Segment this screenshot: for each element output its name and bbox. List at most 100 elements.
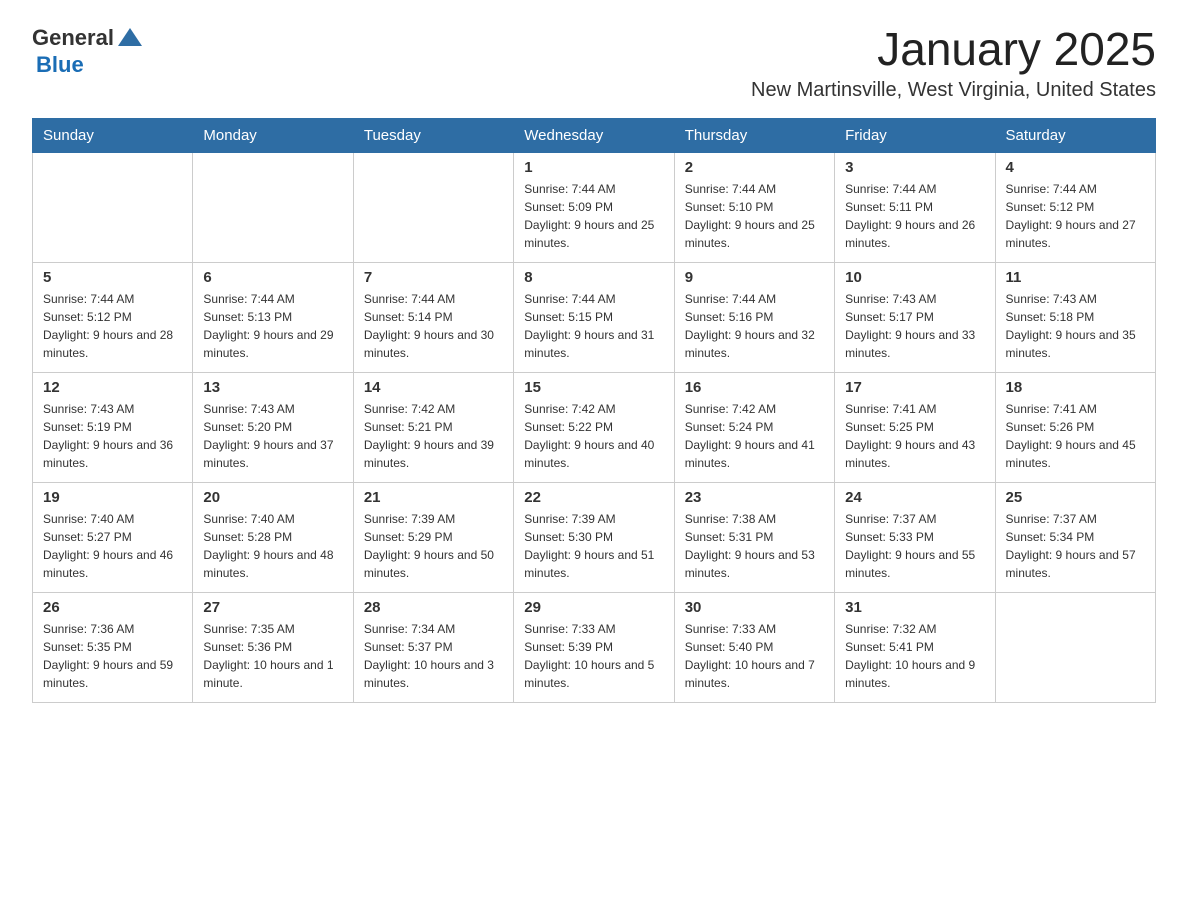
day-number: 30	[685, 599, 824, 616]
day-info: Sunrise: 7:43 AMSunset: 5:17 PMDaylight:…	[845, 290, 984, 362]
calendar-day-cell: 9Sunrise: 7:44 AMSunset: 5:16 PMDaylight…	[674, 262, 834, 372]
day-info: Sunrise: 7:43 AMSunset: 5:20 PMDaylight:…	[203, 400, 342, 472]
calendar-day-cell	[353, 152, 513, 262]
day-info: Sunrise: 7:34 AMSunset: 5:37 PMDaylight:…	[364, 620, 503, 692]
calendar-day-cell: 14 Sunrise: 7:42 AMSunset: 5:21 PMDayligh…	[353, 372, 513, 482]
calendar-day-cell	[995, 592, 1155, 702]
day-of-week-header: Saturday	[995, 118, 1155, 152]
day-number: 29	[524, 599, 663, 616]
day-number: 3	[845, 159, 984, 176]
day-info: Sunrise: 7:44 AMSunset: 5:15 PMDaylight:…	[524, 290, 663, 362]
day-info: Sunrise: 7:39 AMSunset: 5:30 PMDaylight:…	[524, 510, 663, 582]
logo: General Blue	[32, 24, 144, 78]
day-info: Sunrise: 7:43 AMSunset: 5:18 PMDaylight:…	[1006, 290, 1145, 362]
day-number: 6	[203, 269, 342, 286]
logo-general-text: General	[32, 25, 114, 51]
day-info: Sunrise: 7:44 AMSunset: 5:12 PMDaylight:…	[1006, 180, 1145, 252]
calendar-day-cell: 19 Sunrise: 7:40 AMSunset: 5:27 PMDayligh…	[33, 482, 193, 592]
calendar-day-cell: 18 Sunrise: 7:41 AMSunset: 5:26 PMDayligh…	[995, 372, 1155, 482]
day-info: Sunrise: 7:42 AMSunset: 5:22 PMDaylight:…	[524, 400, 663, 472]
location-subtitle: New Martinsville, West Virginia, United …	[751, 79, 1156, 102]
day-info: Sunrise: 7:44 AMSunset: 5:09 PMDaylight:…	[524, 180, 663, 252]
calendar-day-cell: 6 Sunrise: 7:44 AMSunset: 5:13 PMDaylight…	[193, 262, 353, 372]
day-number: 28	[364, 599, 503, 616]
day-info: Sunrise: 7:44 AMSunset: 5:14 PMDaylight:…	[364, 290, 503, 362]
logo-icon	[116, 24, 144, 52]
calendar-table: SundayMondayTuesdayWednesdayThursdayFrid…	[32, 118, 1156, 703]
calendar-day-cell: 12 Sunrise: 7:43 AMSunset: 5:19 PMDayligh…	[33, 372, 193, 482]
calendar-day-cell: 2Sunrise: 7:44 AMSunset: 5:10 PMDaylight…	[674, 152, 834, 262]
calendar-day-cell: 4 Sunrise: 7:44 AMSunset: 5:12 PMDaylight…	[995, 152, 1155, 262]
day-number: 1	[524, 159, 663, 176]
calendar-day-cell: 16 Sunrise: 7:42 AMSunset: 5:24 PMDayligh…	[674, 372, 834, 482]
calendar-day-cell: 3Sunrise: 7:44 AMSunset: 5:11 PMDaylight…	[835, 152, 995, 262]
calendar-day-cell: 15 Sunrise: 7:42 AMSunset: 5:22 PMDayligh…	[514, 372, 674, 482]
day-number: 22	[524, 489, 663, 506]
calendar-day-cell: 28 Sunrise: 7:34 AMSunset: 5:37 PMDayligh…	[353, 592, 513, 702]
day-number: 24	[845, 489, 984, 506]
day-info: Sunrise: 7:44 AMSunset: 5:13 PMDaylight:…	[203, 290, 342, 362]
calendar-day-cell: 20Sunrise: 7:40 AMSunset: 5:28 PMDayligh…	[193, 482, 353, 592]
calendar-day-cell: 29Sunrise: 7:33 AMSunset: 5:39 PMDayligh…	[514, 592, 674, 702]
day-info: Sunrise: 7:41 AMSunset: 5:26 PMDaylight:…	[1006, 400, 1145, 472]
calendar-day-cell: 31 Sunrise: 7:32 AMSunset: 5:41 PMDayligh…	[835, 592, 995, 702]
day-info: Sunrise: 7:36 AMSunset: 5:35 PMDaylight:…	[43, 620, 182, 692]
calendar-day-cell: 24Sunrise: 7:37 AMSunset: 5:33 PMDayligh…	[835, 482, 995, 592]
day-of-week-header: Sunday	[33, 118, 193, 152]
day-info: Sunrise: 7:40 AMSunset: 5:27 PMDaylight:…	[43, 510, 182, 582]
day-number: 11	[1006, 269, 1145, 286]
day-info: Sunrise: 7:42 AMSunset: 5:21 PMDaylight:…	[364, 400, 503, 472]
day-number: 26	[43, 599, 182, 616]
day-number: 17	[845, 379, 984, 396]
day-number: 27	[203, 599, 342, 616]
day-number: 16	[685, 379, 824, 396]
day-info: Sunrise: 7:35 AMSunset: 5:36 PMDaylight:…	[203, 620, 342, 692]
calendar-header-row: SundayMondayTuesdayWednesdayThursdayFrid…	[33, 118, 1156, 152]
day-number: 2	[685, 159, 824, 176]
day-info: Sunrise: 7:43 AMSunset: 5:19 PMDaylight:…	[43, 400, 182, 472]
day-number: 5	[43, 269, 182, 286]
calendar-day-cell: 25 Sunrise: 7:37 AMSunset: 5:34 PMDayligh…	[995, 482, 1155, 592]
day-number: 13	[203, 379, 342, 396]
day-number: 15	[524, 379, 663, 396]
day-info: Sunrise: 7:41 AMSunset: 5:25 PMDaylight:…	[845, 400, 984, 472]
calendar-day-cell: 13 Sunrise: 7:43 AMSunset: 5:20 PMDayligh…	[193, 372, 353, 482]
calendar-day-cell: 22 Sunrise: 7:39 AMSunset: 5:30 PMDayligh…	[514, 482, 674, 592]
day-info: Sunrise: 7:33 AMSunset: 5:40 PMDaylight:…	[685, 620, 824, 692]
day-info: Sunrise: 7:42 AMSunset: 5:24 PMDaylight:…	[685, 400, 824, 472]
calendar-day-cell: 21 Sunrise: 7:39 AMSunset: 5:29 PMDayligh…	[353, 482, 513, 592]
day-info: Sunrise: 7:37 AMSunset: 5:34 PMDaylight:…	[1006, 510, 1145, 582]
calendar-day-cell: 10 Sunrise: 7:43 AMSunset: 5:17 PMDayligh…	[835, 262, 995, 372]
day-number: 14	[364, 379, 503, 396]
calendar-day-cell: 1 Sunrise: 7:44 AMSunset: 5:09 PMDaylight…	[514, 152, 674, 262]
logo-blue-text: Blue	[36, 52, 84, 78]
calendar-week-row: 1 Sunrise: 7:44 AMSunset: 5:09 PMDaylight…	[33, 152, 1156, 262]
day-number: 21	[364, 489, 503, 506]
page-header: General Blue January 2025 New Martinsvil…	[32, 24, 1156, 102]
calendar-day-cell	[33, 152, 193, 262]
calendar-week-row: 26 Sunrise: 7:36 AMSunset: 5:35 PMDayligh…	[33, 592, 1156, 702]
calendar-day-cell: 26 Sunrise: 7:36 AMSunset: 5:35 PMDayligh…	[33, 592, 193, 702]
day-number: 10	[845, 269, 984, 286]
day-number: 23	[685, 489, 824, 506]
month-year-title: January 2025	[751, 24, 1156, 75]
day-of-week-header: Friday	[835, 118, 995, 152]
day-info: Sunrise: 7:44 AMSunset: 5:16 PMDaylight:…	[685, 290, 824, 362]
calendar-week-row: 12 Sunrise: 7:43 AMSunset: 5:19 PMDayligh…	[33, 372, 1156, 482]
day-number: 19	[43, 489, 182, 506]
calendar-day-cell: 11 Sunrise: 7:43 AMSunset: 5:18 PMDayligh…	[995, 262, 1155, 372]
day-info: Sunrise: 7:32 AMSunset: 5:41 PMDaylight:…	[845, 620, 984, 692]
day-number: 18	[1006, 379, 1145, 396]
title-section: January 2025 New Martinsville, West Virg…	[751, 24, 1156, 102]
day-info: Sunrise: 7:39 AMSunset: 5:29 PMDaylight:…	[364, 510, 503, 582]
day-number: 4	[1006, 159, 1145, 176]
calendar-day-cell	[193, 152, 353, 262]
calendar-day-cell: 5Sunrise: 7:44 AMSunset: 5:12 PMDaylight…	[33, 262, 193, 372]
day-number: 12	[43, 379, 182, 396]
calendar-day-cell: 27 Sunrise: 7:35 AMSunset: 5:36 PMDayligh…	[193, 592, 353, 702]
day-number: 7	[364, 269, 503, 286]
day-number: 31	[845, 599, 984, 616]
day-of-week-header: Wednesday	[514, 118, 674, 152]
day-number: 20	[203, 489, 342, 506]
day-number: 25	[1006, 489, 1145, 506]
